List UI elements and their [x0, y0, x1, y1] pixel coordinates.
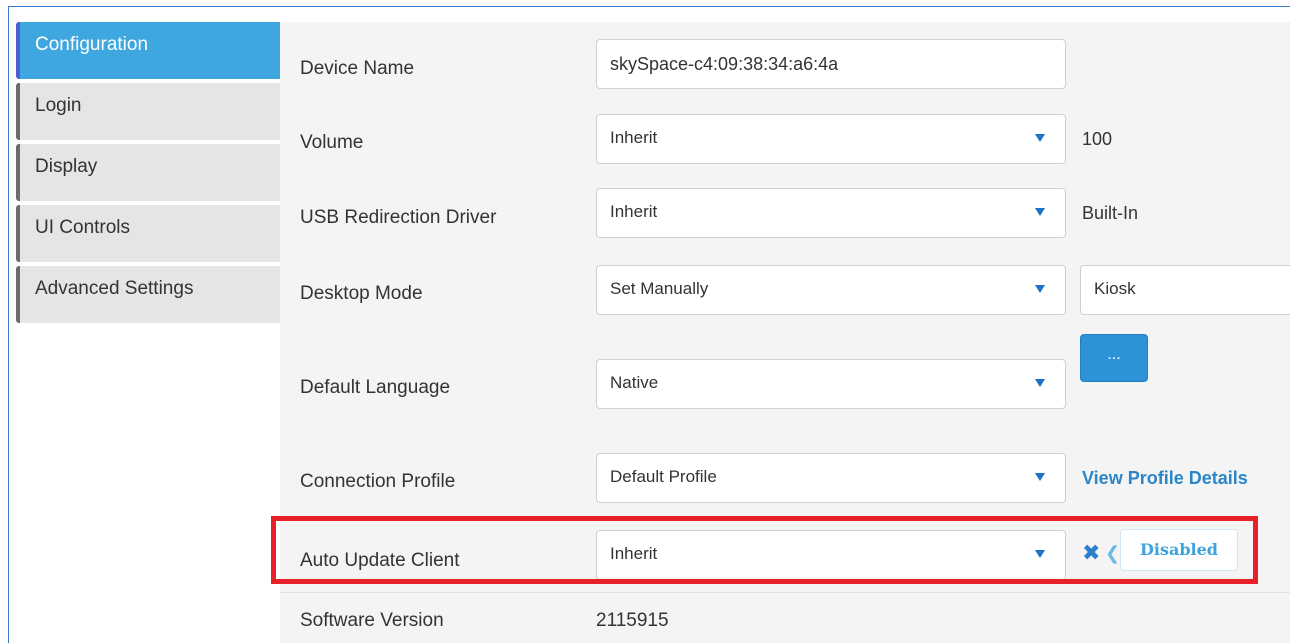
desktop-mode-kiosk-field[interactable]: Kiosk	[1080, 265, 1290, 315]
volume-label: Volume	[300, 132, 364, 153]
chevron-down-icon	[1035, 285, 1045, 293]
tab-login[interactable]: Login	[16, 83, 280, 140]
usb-select-value: Inherit	[610, 202, 658, 221]
view-profile-details-link[interactable]: View Profile Details	[1082, 468, 1248, 489]
tab-label: Configuration	[35, 34, 149, 55]
usb-redirection-select[interactable]: Inherit	[596, 188, 1066, 238]
kiosk-value: Kiosk	[1094, 279, 1136, 298]
chevron-down-icon	[1035, 208, 1045, 216]
tab-configuration[interactable]: Configuration	[16, 22, 280, 79]
software-version-value: 2115915	[596, 610, 669, 631]
language-select-value: Native	[610, 373, 659, 392]
connection-profile-select[interactable]: Default Profile	[596, 453, 1066, 503]
usb-redirection-label: USB Redirection Driver	[300, 207, 497, 228]
profile-select-value: Default Profile	[610, 467, 717, 486]
tab-label: Advanced Settings	[35, 278, 194, 299]
volume-select-value: Inherit	[610, 128, 658, 147]
chevron-down-icon	[1035, 379, 1045, 387]
tab-display[interactable]: Display	[16, 144, 280, 201]
volume-select[interactable]: Inherit	[596, 114, 1066, 164]
row-divider	[280, 592, 1290, 593]
desktop-mode-label: Desktop Mode	[300, 283, 423, 304]
volume-value: 100	[1082, 129, 1113, 149]
desktop-mode-select-value: Set Manually	[610, 279, 709, 298]
tab-label: Display	[35, 156, 98, 177]
language-more-button[interactable]: ...	[1080, 334, 1148, 382]
device-name-input[interactable]: skySpace-c4:09:38:34:a6:4a	[596, 39, 1066, 89]
tab-label: Login	[35, 95, 82, 116]
device-name-label: Device Name	[300, 58, 415, 79]
tab-label: UI Controls	[35, 217, 131, 238]
tab-advanced-settings[interactable]: Advanced Settings	[16, 266, 280, 323]
chevron-down-icon	[1035, 473, 1045, 481]
default-language-select[interactable]: Native	[596, 359, 1066, 409]
sidebar: Configuration Login Display UI Controls …	[16, 22, 280, 327]
default-language-label: Default Language	[300, 377, 451, 398]
software-version-label: Software Version	[300, 610, 444, 631]
desktop-mode-select[interactable]: Set Manually	[596, 265, 1066, 315]
chevron-down-icon	[1035, 134, 1045, 142]
connection-profile-label: Connection Profile	[300, 471, 456, 492]
tab-ui-controls[interactable]: UI Controls	[16, 205, 280, 262]
usb-driver-value: Built-In	[1082, 203, 1139, 223]
highlight-box	[271, 516, 1258, 584]
